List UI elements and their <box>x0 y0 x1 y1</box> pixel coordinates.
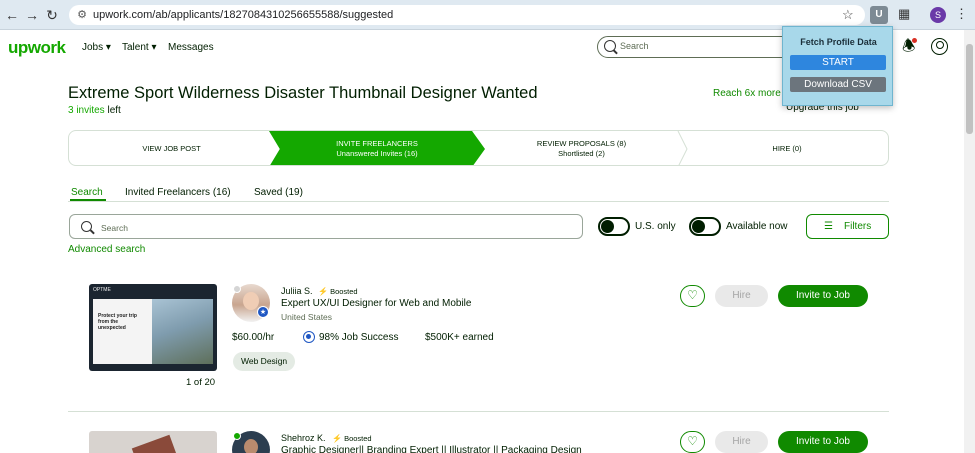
hire-button[interactable]: Hire <box>715 285 768 307</box>
extension-icon[interactable]: U <box>870 6 888 24</box>
offline-status-dot <box>233 285 241 293</box>
reach-more-link[interactable]: Reach 6x more <box>713 88 781 99</box>
site-info-icon[interactable]: ⚙ <box>75 8 89 22</box>
invites-left: 3 invites left <box>68 105 121 116</box>
invite-to-job-button[interactable]: Invite to Job <box>778 285 868 307</box>
browser-menu-icon[interactable]: ⋮ <box>955 5 968 23</box>
sliders-icon: ☰ <box>824 221 833 232</box>
page-scrollbar[interactable] <box>964 30 975 453</box>
tab-saved[interactable]: Saved (19) <box>254 187 303 198</box>
browser-profile-avatar[interactable]: S <box>930 7 946 23</box>
freelancer-location: United States <box>281 312 333 322</box>
portfolio-thumbnail[interactable]: OPTME Protect your trip from the unexpec… <box>89 284 217 371</box>
nav-jobs[interactable]: Jobs ▾ <box>82 42 111 54</box>
arrow-right-icon[interactable]: → <box>24 6 40 24</box>
step-hire[interactable]: HIRE (0) <box>684 131 888 165</box>
start-button[interactable]: START <box>790 55 886 70</box>
hourly-rate: $60.00/hr <box>232 332 275 343</box>
freelancer-name[interactable]: Juliia S. <box>281 286 313 296</box>
step-view-job-post[interactable]: VIEW JOB POST <box>69 131 274 165</box>
chevron-down-icon: ▾ <box>105 42 111 53</box>
online-status-dot <box>233 432 241 440</box>
header-search-placeholder: Search <box>620 41 649 51</box>
search-icon <box>604 40 616 52</box>
available-now-label: Available now <box>726 221 788 232</box>
freelancer-title[interactable]: Expert UX/UI Designer for Web and Mobile <box>281 298 471 309</box>
address-bar[interactable]: ⚙ upwork.com/ab/applicants/1827084310256… <box>69 5 865 25</box>
top-rated-badge-icon: ★ <box>257 306 269 318</box>
upwork-logo[interactable]: upwork <box>8 38 66 58</box>
portfolio-counter: 1 of 20 <box>186 377 216 388</box>
chevron-down-icon: ▾ <box>151 42 157 53</box>
portfolio-thumbnail[interactable] <box>89 431 217 453</box>
us-only-toggle[interactable] <box>598 217 630 236</box>
notification-dot <box>912 38 917 43</box>
bookmark-star-icon[interactable]: ☆ <box>842 6 854 24</box>
freelancer-title[interactable]: Graphic Designer|| Branding Expert || Il… <box>281 445 582 453</box>
search-placeholder: Search <box>101 223 128 233</box>
hire-button[interactable]: Hire <box>715 431 768 453</box>
user-account-icon[interactable] <box>931 38 948 55</box>
scrollbar-thumb[interactable] <box>966 44 973 134</box>
boosted-badge: ⚡ Boosted <box>332 434 372 443</box>
card-divider <box>68 411 889 412</box>
available-now-toggle[interactable] <box>689 217 721 236</box>
nav-talent[interactable]: Talent ▾ <box>122 42 157 54</box>
search-icon <box>81 221 92 232</box>
extension-popup-title: Fetch Profile Data <box>800 37 877 47</box>
skill-chip[interactable]: Web Design <box>233 352 296 371</box>
extensions-puzzle-icon[interactable]: ▦ <box>898 5 910 23</box>
advanced-search-link[interactable]: Advanced search <box>68 244 145 255</box>
lightning-icon: ⚡ <box>318 287 328 296</box>
tab-search[interactable]: Search <box>71 187 103 198</box>
invite-to-job-button[interactable]: Invite to Job <box>778 431 868 453</box>
boosted-badge: ⚡ Boosted <box>318 287 358 296</box>
url-text: upwork.com/ab/applicants/182708431025665… <box>93 9 394 21</box>
total-earned: $500K+ earned <box>425 332 494 343</box>
job-success: 98% Job Success <box>319 332 399 343</box>
reload-icon[interactable]: ↻ <box>44 6 60 24</box>
freelancer-name[interactable]: Shehroz K. <box>281 433 326 443</box>
nav-messages[interactable]: Messages <box>168 42 214 54</box>
fetch-profile-extension-popup: Fetch Profile Data START Download CSV <box>782 26 893 106</box>
save-freelancer-heart-icon[interactable]: ♡ <box>680 285 705 307</box>
freelancer-search-input[interactable]: Search <box>69 214 583 239</box>
step-invite-freelancers[interactable]: INVITE FREELANCERS Unanswered Invites (1… <box>269 131 485 165</box>
lightning-icon: ⚡ <box>332 434 342 443</box>
arrow-left-icon[interactable]: ← <box>4 6 20 24</box>
us-only-label: U.S. only <box>635 221 676 232</box>
save-freelancer-heart-icon[interactable]: ♡ <box>680 431 705 453</box>
header-search[interactable]: Search <box>597 36 797 58</box>
job-title: Extreme Sport Wilderness Disaster Thumbn… <box>68 84 538 102</box>
hiring-stepper: VIEW JOB POST INVITE FREELANCERS Unanswe… <box>68 130 889 166</box>
tabs-divider <box>68 201 889 202</box>
job-success-icon <box>303 331 315 343</box>
step-review-proposals[interactable]: REVIEW PROPOSALS (8) Shortlisted (2) <box>479 131 684 165</box>
filters-button[interactable]: ☰ Filters <box>806 214 889 239</box>
download-csv-button[interactable]: Download CSV <box>790 77 886 92</box>
tab-invited-freelancers[interactable]: Invited Freelancers (16) <box>125 187 231 198</box>
